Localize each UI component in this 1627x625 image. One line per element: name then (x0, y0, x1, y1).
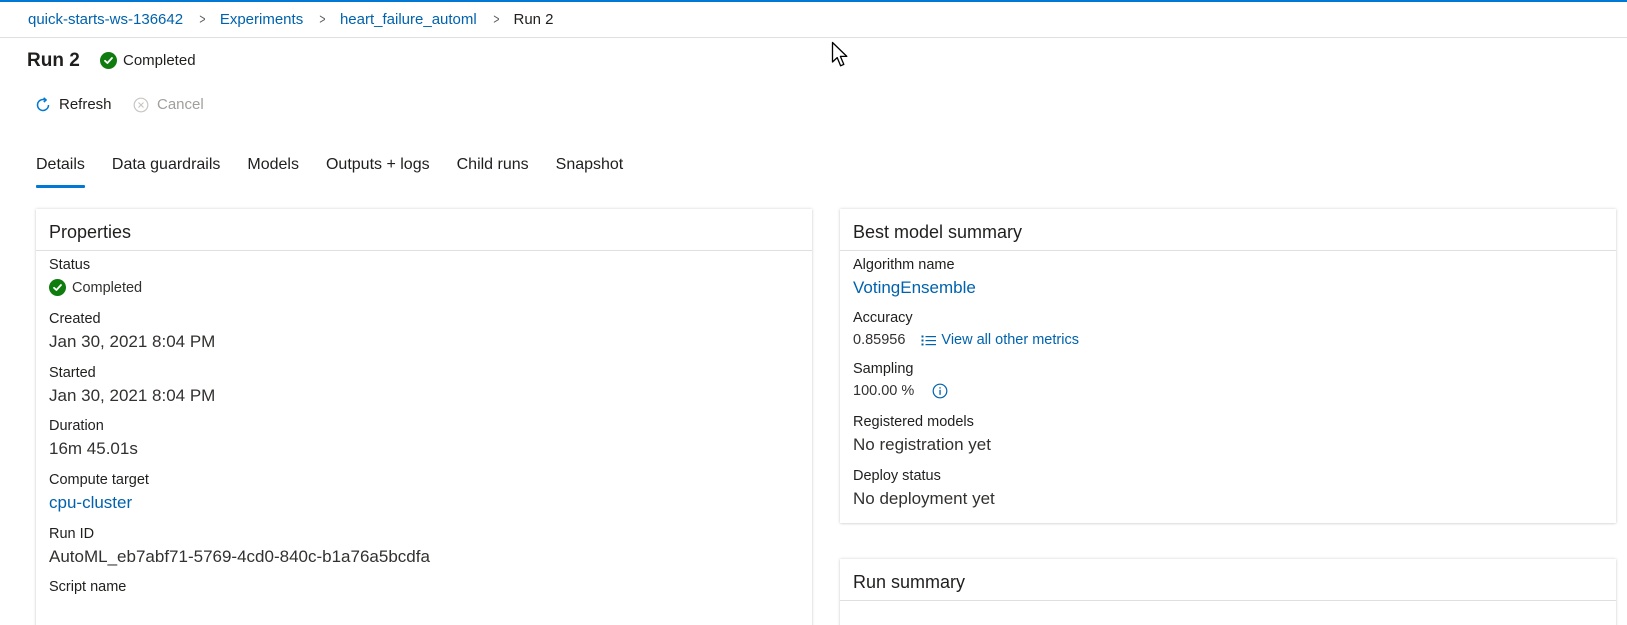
tab-data-guardrails[interactable]: Data guardrails (112, 156, 221, 188)
accuracy-row: 0.85956 View all other metrics (853, 332, 1079, 348)
properties-card: Properties Status Completed Created Jan … (36, 209, 812, 625)
sampling-field: Sampling 100.00 % (853, 361, 948, 399)
started-field: Started Jan 30, 2021 8:04 PM (49, 365, 215, 408)
registered-models-label: Registered models (853, 414, 974, 430)
duration-label: Duration (49, 418, 104, 434)
started-value: Jan 30, 2021 8:04 PM (49, 386, 216, 405)
refresh-icon (36, 96, 50, 111)
sampling-value: 100.00 % (853, 383, 915, 399)
status-value-row: Completed (49, 279, 142, 296)
status-value: Completed (72, 279, 143, 296)
best-model-header: Best model summary (840, 209, 1616, 251)
deploy-status-field: Deploy status No deployment yet (853, 468, 995, 511)
check-circle-icon (100, 52, 117, 69)
info-icon[interactable] (932, 383, 948, 399)
cancel-label: Cancel (157, 96, 204, 113)
chevron-right-icon: > (199, 10, 206, 28)
algorithm-label: Algorithm name (853, 257, 955, 273)
cancel-circle-icon (133, 97, 149, 112)
created-value: Jan 30, 2021 8:04 PM (49, 332, 216, 351)
tab-child-runs[interactable]: Child runs (457, 156, 529, 188)
registered-models-value: No registration yet (853, 435, 991, 454)
algorithm-link[interactable]: VotingEnsemble (853, 278, 976, 300)
compute-target-field: Compute target cpu-cluster (49, 472, 149, 515)
deploy-status-value: No deployment yet (853, 489, 995, 508)
cancel-button: Cancel (133, 96, 204, 113)
breadcrumb-current: Run 2 (513, 10, 554, 28)
compute-target-label: Compute target (49, 472, 149, 488)
started-label: Started (49, 365, 96, 381)
page-title: Run 2 (27, 50, 80, 71)
breadcrumb: quick-starts-ws-136642 > Experiments > h… (28, 9, 554, 29)
status-badge: Completed (100, 52, 196, 69)
accuracy-label: Accuracy (853, 310, 913, 326)
refresh-label: Refresh (59, 96, 112, 113)
algorithm-field: Algorithm name VotingEnsemble (853, 257, 976, 300)
script-name-label: Script name (49, 579, 127, 595)
run-id-field: Run ID AutoML_eb7abf71-5769-4cd0-840c-b1… (49, 526, 430, 569)
tab-snapshot[interactable]: Snapshot (556, 156, 624, 188)
duration-field: Duration 16m 45.01s (49, 418, 138, 461)
breadcrumb-experiments-link[interactable]: Experiments (220, 11, 303, 28)
refresh-button[interactable]: Refresh (35, 96, 112, 113)
mouse-cursor-icon (831, 41, 848, 67)
run-id-label: Run ID (49, 526, 95, 542)
breadcrumb-experiment-link[interactable]: heart_failure_automl (340, 11, 477, 28)
script-name-field: Script name (49, 579, 126, 599)
chevron-right-icon: > (319, 10, 326, 28)
tab-details[interactable]: Details (36, 156, 85, 188)
run-summary-card: Run summary (840, 559, 1616, 625)
best-model-summary-card: Best model summary Algorithm name Voting… (840, 209, 1616, 523)
compute-target-link[interactable]: cpu-cluster (49, 493, 149, 515)
duration-value: 16m 45.01s (49, 439, 138, 458)
status-text: Completed (123, 52, 196, 69)
run-id-value: AutoML_eb7abf71-5769-4cd0-840c-b1a76a5bc… (49, 547, 430, 566)
tab-outputs-logs[interactable]: Outputs + logs (326, 156, 430, 188)
accuracy-field: Accuracy 0.85956 View all other metrics (853, 310, 1079, 348)
list-icon (921, 335, 937, 345)
top-accent-line (0, 0, 1627, 2)
created-label: Created (49, 311, 101, 327)
status-label: Status (49, 257, 91, 273)
status-field: Status Completed (49, 257, 142, 296)
chevron-right-icon: > (493, 10, 500, 28)
sampling-label: Sampling (853, 361, 914, 377)
header-divider (0, 37, 1627, 38)
breadcrumb-workspace-link[interactable]: quick-starts-ws-136642 (28, 11, 183, 28)
check-circle-icon (49, 279, 66, 296)
run-summary-header: Run summary (840, 559, 1616, 601)
deploy-status-label: Deploy status (853, 468, 941, 484)
registered-models-field: Registered models No registration yet (853, 414, 991, 457)
view-all-metrics-link[interactable]: View all other metrics (921, 332, 1079, 348)
tab-bar: Details Data guardrails Models Outputs +… (36, 156, 650, 188)
view-all-metrics-label: View all other metrics (941, 332, 1079, 348)
tab-models[interactable]: Models (247, 156, 299, 188)
sampling-row: 100.00 % (853, 383, 948, 399)
properties-header: Properties (36, 209, 812, 251)
accuracy-value: 0.85956 (853, 332, 906, 348)
created-field: Created Jan 30, 2021 8:04 PM (49, 311, 215, 354)
